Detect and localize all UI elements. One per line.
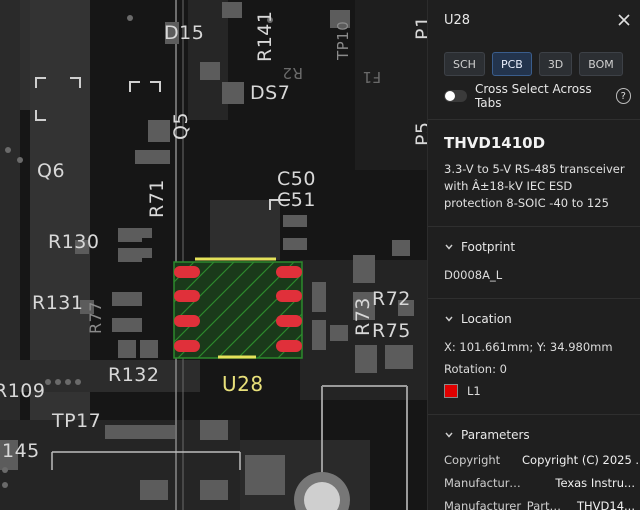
silk-label-r131: R131 — [32, 292, 84, 314]
layer-color-swatch — [444, 384, 458, 398]
param-row: Manufacturer_... Texas Instru... — [444, 471, 640, 494]
footprint-section-header[interactable]: Footprint — [428, 227, 640, 254]
silk-label-c51: C51 — [277, 189, 316, 211]
cross-select-row: Cross Select Across Tabs ? — [428, 76, 640, 110]
location-rotation: Rotation: 0 — [444, 362, 507, 376]
silk-label-r145: 145 — [2, 440, 40, 462]
layer-name: L1 — [467, 384, 481, 398]
pcb-canvas[interactable]: D15 R141 TP10 P1 DS7 R2 F1 P5 Q6 Q5 R71 … — [0, 0, 427, 510]
silk-label-r2: R2 — [282, 64, 303, 82]
close-icon[interactable] — [617, 13, 631, 27]
param-key: Manufacturer_... — [444, 475, 522, 490]
cross-select-toggle[interactable] — [444, 90, 467, 102]
tab-sch[interactable]: SCH — [444, 52, 485, 76]
location-heading: Location — [461, 312, 512, 326]
panel-title: U28 — [444, 12, 471, 28]
silk-label-r109: R109 — [0, 380, 46, 402]
silk-label-c50: C50 — [277, 168, 316, 190]
silk-label-r73: R73 — [352, 297, 374, 336]
silk-label-r77: R77 — [86, 301, 105, 334]
tab-bom[interactable]: BOM — [579, 52, 623, 76]
silk-label-tp10: TP10 — [334, 20, 352, 60]
silk-label-f1: F1 — [362, 68, 382, 86]
silk-label-p5: P5 — [412, 121, 427, 146]
silk-label-u28[interactable]: U28 — [222, 372, 264, 396]
toggle-knob — [445, 91, 455, 101]
silk-label-ds7: DS7 — [250, 82, 291, 104]
silk-label-p1: P1 — [412, 15, 427, 40]
parameters-section-header[interactable]: Parameters — [428, 415, 640, 442]
footprint-section: Footprint D0008A_L — [428, 226, 640, 286]
part-name: THVD1410D — [444, 134, 546, 152]
param-key: Manufacturer_Part_N... — [444, 498, 562, 510]
silk-label-r141: R141 — [254, 10, 276, 62]
footprint-heading: Footprint — [461, 240, 516, 254]
location-layer: L1 — [444, 380, 640, 402]
silk-label-tp17: TP17 — [52, 410, 102, 432]
parameters-heading: Parameters — [461, 428, 530, 442]
footprint-value: D0008A_L — [444, 268, 503, 282]
chevron-down-icon — [445, 244, 453, 250]
silk-label-q6: Q6 — [37, 160, 66, 182]
tab-pcb[interactable]: PCB — [491, 52, 532, 76]
help-icon[interactable]: ? — [615, 88, 631, 104]
silk-label-r132: R132 — [108, 364, 160, 386]
tab-3d[interactable]: 3D — [538, 52, 573, 76]
param-row: Copyright Copyright (C) 2025 ... — [444, 448, 640, 471]
location-coords: X: 101.661mm; Y: 34.980mm — [444, 340, 613, 354]
chevron-down-icon — [445, 432, 453, 438]
cross-select-label: Cross Select Across Tabs — [474, 82, 592, 110]
panel-header: U28 — [428, 0, 640, 40]
param-value: Texas Instru... — [555, 475, 635, 490]
param-row: Manufacturer_Part_N... THVD14... — [444, 494, 640, 510]
view-tabs: SCH PCB 3D BOM — [428, 40, 640, 76]
silk-label-d15: D15 — [164, 22, 205, 44]
param-key: Copyright — [444, 452, 501, 467]
chevron-down-icon — [445, 316, 453, 322]
part-description: 3.3-V to 5-V RS-485 transceiver with Â±1… — [444, 162, 625, 210]
silk-label-q5: Q5 — [170, 111, 192, 140]
silk-label-r71: R71 — [146, 179, 168, 218]
silk-label-r75: R75 — [372, 320, 411, 342]
part-info: THVD1410D 3.3-V to 5-V RS-485 transceive… — [428, 120, 640, 212]
param-value: Copyright (C) 2025 ... — [522, 452, 640, 467]
location-section-header[interactable]: Location — [428, 299, 640, 326]
properties-panel: U28 SCH PCB 3D BOM Cross Select Across T… — [427, 0, 640, 510]
silk-label-r130: R130 — [48, 231, 100, 253]
location-section: Location X: 101.661mm; Y: 34.980mm Rotat… — [428, 298, 640, 402]
silk-label-r72: R72 — [372, 288, 411, 310]
param-value: THVD14... — [577, 498, 635, 510]
parameters-section: Parameters Copyright Copyright (C) 2025 … — [428, 414, 640, 510]
